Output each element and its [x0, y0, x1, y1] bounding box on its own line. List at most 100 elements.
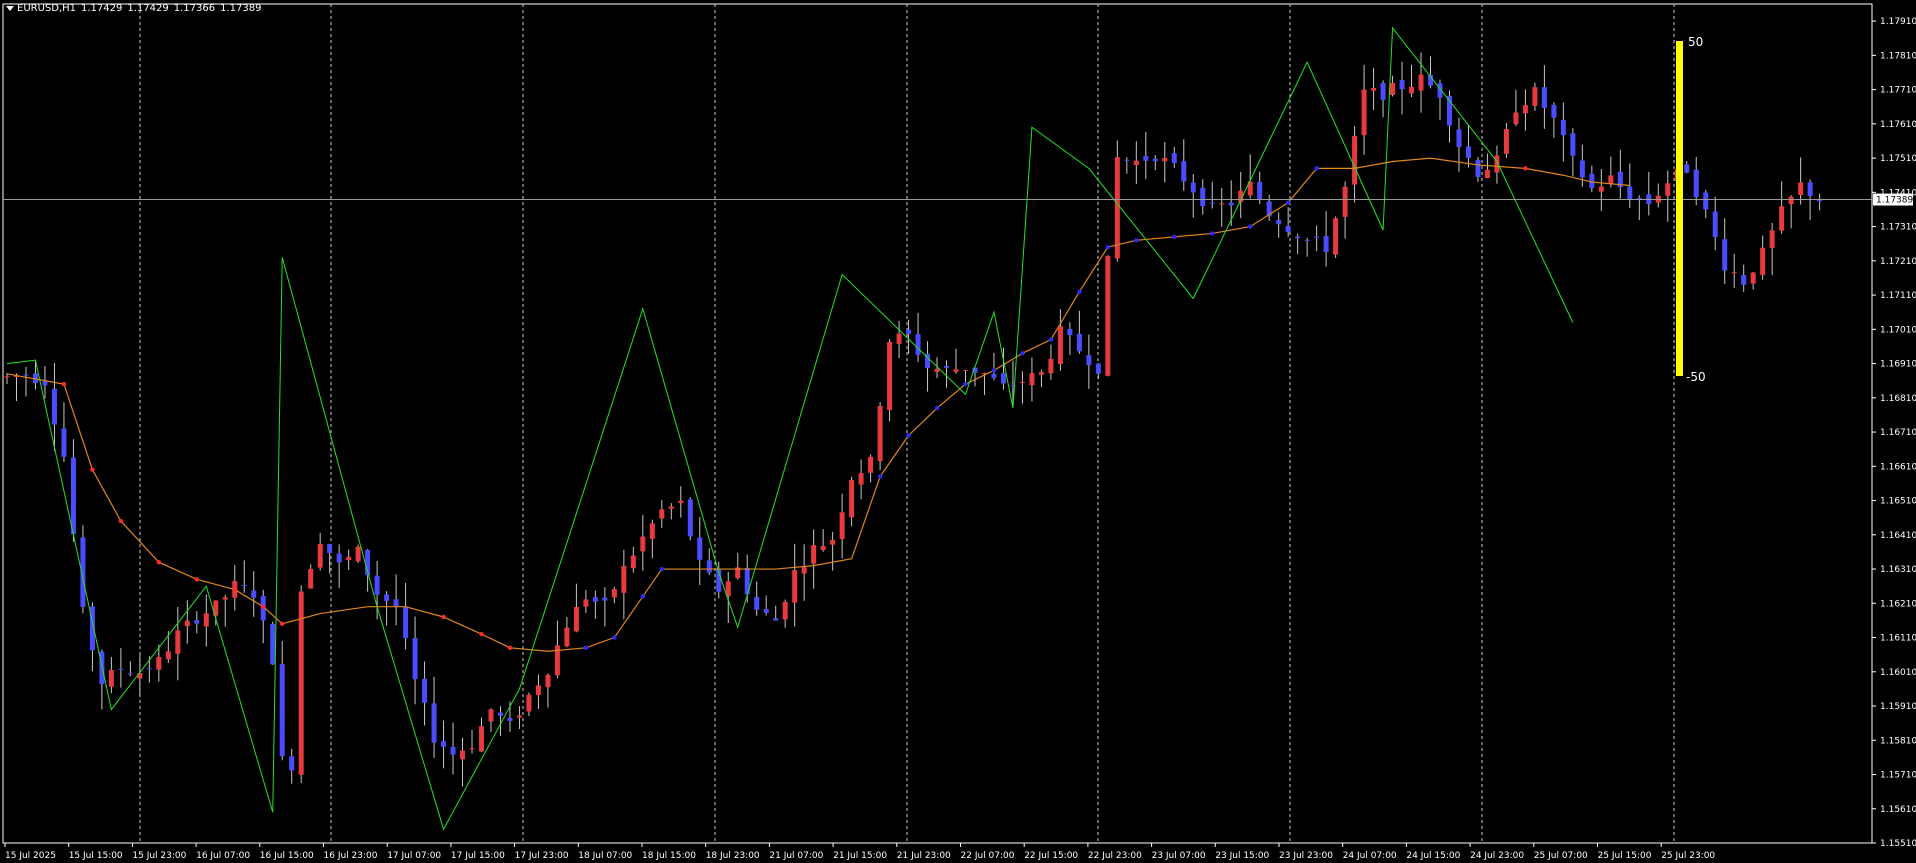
- candle-body: [1095, 363, 1101, 374]
- candle-body: [1200, 187, 1206, 207]
- chart-header: EURUSD,H1 1.17429 1.17429 1.17366 1.17389: [6, 3, 266, 14]
- candle-body: [1541, 87, 1547, 108]
- trail-marker: [963, 381, 968, 387]
- x-tick-label: 24 Jul 07:00: [1343, 851, 1397, 861]
- candle-body: [374, 575, 380, 595]
- candle-body: [611, 589, 617, 598]
- candle-body: [1143, 156, 1149, 161]
- candle-body: [450, 746, 456, 755]
- symbol-dropdown-icon[interactable]: [6, 5, 14, 11]
- ohlc-open: 1.17429: [81, 3, 123, 14]
- candle-body: [697, 537, 703, 560]
- candle-body: [906, 329, 912, 334]
- candle-body: [991, 373, 997, 378]
- candle-body: [1152, 158, 1158, 162]
- candle-body: [1124, 159, 1130, 161]
- candle-body: [962, 369, 968, 371]
- candle-body: [649, 523, 655, 539]
- x-tick-label: 21 Jul 15:00: [833, 851, 887, 861]
- candle-body: [526, 694, 532, 712]
- candle-body: [1693, 169, 1699, 198]
- candle-body: [830, 539, 836, 545]
- trail-marker: [1248, 224, 1253, 229]
- candle-body: [915, 334, 921, 355]
- trail-marker: [1105, 244, 1111, 250]
- x-tick-label: 16 Jul 15:00: [260, 851, 314, 861]
- candle-body: [1465, 146, 1471, 158]
- candle-body: [516, 715, 522, 718]
- price-chart[interactable]: 1.17910 1.17810 1.17710 1.17610 1.17510 1.174…: [0, 0, 1916, 863]
- candle-body: [1608, 175, 1614, 184]
- candle-body: [4, 376, 10, 378]
- x-tick-label: 25 Jul 23:00: [1661, 851, 1715, 861]
- trail-marker: [906, 433, 911, 438]
- trail-marker: [1020, 351, 1025, 356]
- candle-body: [782, 601, 788, 620]
- candle-body: [1598, 186, 1604, 192]
- y-tick-label: 1.17010: [1880, 325, 1916, 335]
- symbol-label[interactable]: EURUSD,H1: [17, 3, 76, 14]
- y-tick-label: 1.17310: [1880, 223, 1916, 233]
- candle-body: [497, 712, 503, 716]
- y-tick-label: 1.15910: [1880, 702, 1916, 712]
- trail-marker: [877, 474, 883, 479]
- candle-body: [1484, 169, 1490, 179]
- y-tick-label: 1.17510: [1880, 154, 1916, 164]
- candle-body: [336, 553, 342, 563]
- candle-body: [403, 607, 409, 638]
- candle-body: [1019, 381, 1025, 383]
- trail-marker: [194, 577, 200, 582]
- candle-body: [1295, 236, 1301, 239]
- candle-body: [953, 369, 959, 372]
- candle-body: [412, 638, 418, 680]
- candle-body: [1352, 135, 1358, 185]
- y-tick-label: 1.17610: [1880, 120, 1916, 130]
- candle-body: [1105, 255, 1111, 376]
- candle-body: [1133, 160, 1139, 166]
- trail-marker: [507, 645, 513, 651]
- candle-body: [203, 613, 209, 627]
- y-tick-label: 1.17110: [1880, 291, 1916, 301]
- candle-body: [422, 678, 428, 703]
- x-tick-label: 17 Jul 23:00: [515, 851, 569, 861]
- trail-marker: [1048, 337, 1054, 342]
- candle-body: [51, 388, 57, 425]
- candle-body: [592, 597, 598, 602]
- chart-area[interactable]: EURUSD,H1 1.17429 1.17429 1.17366 1.17389 1.…: [0, 0, 1916, 863]
- candle-body: [1750, 272, 1756, 284]
- candle-body: [1409, 86, 1415, 94]
- x-tick-label: 17 Jul 15:00: [451, 851, 505, 861]
- candle-body: [1522, 105, 1528, 114]
- oscillator-bar: [1676, 41, 1683, 376]
- candle-body: [1399, 80, 1405, 90]
- candle-body: [706, 560, 712, 573]
- trail-marker: [1172, 234, 1177, 240]
- trail-marker: [479, 631, 484, 637]
- candle-body: [1181, 161, 1187, 182]
- x-tick-label: 18 Jul 23:00: [706, 851, 760, 861]
- x-tick-label: 23 Jul 07:00: [1152, 851, 1206, 861]
- candle-body: [849, 480, 855, 518]
- candle-body: [1190, 182, 1196, 193]
- candle-body: [156, 656, 162, 670]
- candle-body: [146, 668, 152, 670]
- y-tick-label: 1.16110: [1880, 634, 1916, 644]
- candle-body: [1333, 218, 1339, 255]
- x-tick-label: 15 Jul 15:00: [69, 851, 123, 861]
- trail-marker: [1523, 166, 1528, 171]
- candle-body: [1665, 183, 1671, 196]
- y-tick-label: 1.16210: [1880, 599, 1916, 609]
- candle-body: [1731, 272, 1737, 274]
- ma-line: [6, 157, 1630, 652]
- candle-body: [165, 651, 171, 660]
- candle-body: [1760, 247, 1766, 275]
- candle-body: [1788, 196, 1794, 205]
- candle-body: [1503, 129, 1509, 154]
- y-tick-label: 1.16910: [1880, 360, 1916, 370]
- y-tick-label: 1.17810: [1880, 51, 1916, 61]
- candle-body: [1741, 274, 1747, 285]
- candle-body: [241, 584, 247, 586]
- y-tick-label: 1.15510: [1880, 839, 1916, 849]
- y-tick-label: 1.15710: [1880, 771, 1916, 781]
- y-tick-label: 1.16310: [1880, 565, 1916, 575]
